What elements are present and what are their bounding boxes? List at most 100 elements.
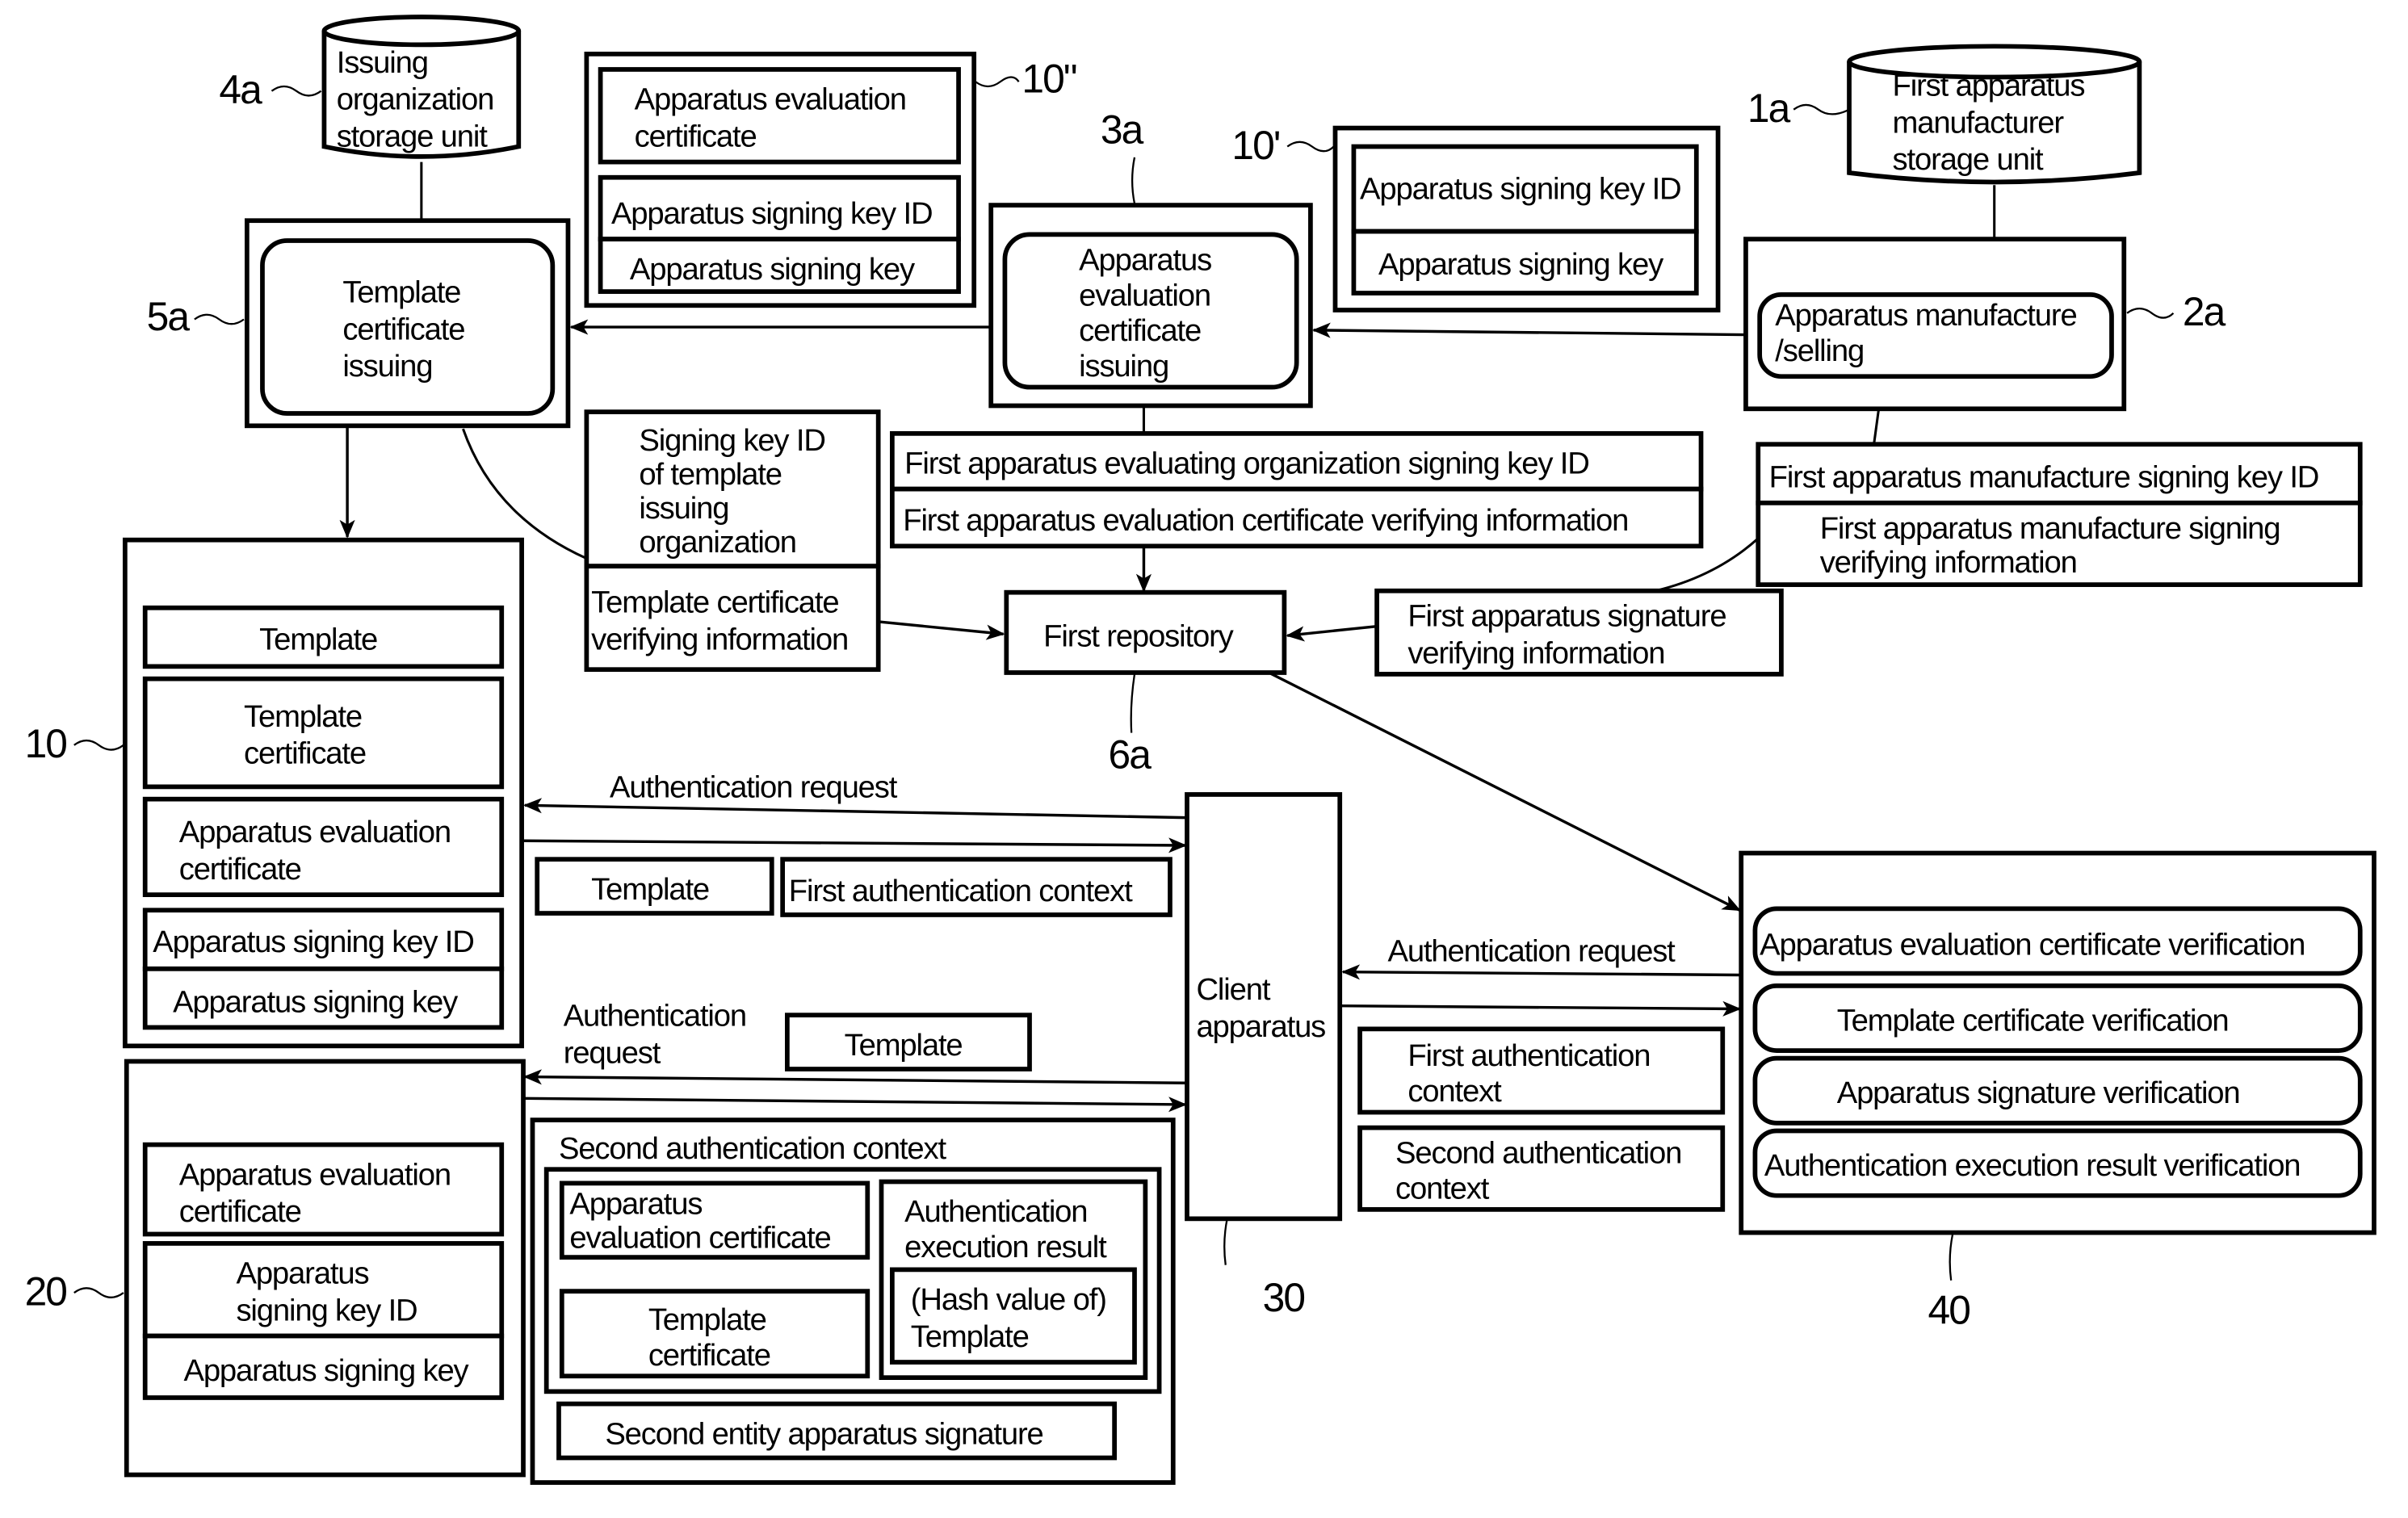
info-line: organization — [639, 525, 796, 560]
entity-item: Apparatus signing key — [173, 984, 459, 1019]
payload-item: First authentication context — [789, 874, 1133, 908]
second-entity-apparatus: Apparatus evaluation certificate Apparat… — [124, 1059, 526, 1478]
unit-label-line: issuing — [342, 349, 432, 384]
entity-item: Template — [259, 622, 377, 656]
arrow-signature-info-to-repository — [1286, 624, 1378, 642]
storage-label-line: organization — [337, 82, 494, 117]
storage-label-line: storage unit — [1893, 142, 2045, 177]
flow-label-auth-request: Authentication request — [610, 770, 898, 805]
info-line: verifying information — [591, 622, 848, 656]
issuing-organization-storage-unit: Issuing organization storage unit — [321, 15, 522, 159]
manufacture-org-info: First apparatus manufacture signing key … — [1756, 442, 2363, 587]
unit-label-line: /selling — [1775, 333, 1864, 368]
ref-label-20: 20 — [25, 1268, 67, 1314]
package-10-prime: Apparatus signing key ID Apparatus signi… — [1332, 125, 1721, 312]
arrow-template-info-to-repository — [878, 620, 1005, 640]
repository-label: First repository — [1043, 619, 1234, 654]
client-label-line: apparatus — [1196, 1009, 1325, 1044]
package-item-line: certificate — [635, 120, 757, 154]
info-line: First apparatus manufacture signing — [1820, 511, 2280, 546]
arrow-manufacture-to-eval — [1311, 322, 1746, 338]
info-line: First apparatus manufacture signing key … — [1769, 460, 2319, 495]
leader-line — [1131, 157, 1136, 204]
verification-item: Apparatus evaluation certificate verific… — [1760, 928, 2305, 962]
leader-line — [1793, 103, 1850, 115]
leader-line — [2126, 307, 2175, 319]
unit-label-line: issuing — [1079, 349, 1168, 384]
context-item-line: Template — [648, 1302, 766, 1337]
entity-item-line: certificate — [179, 1194, 301, 1229]
ref-label-40: 40 — [1928, 1287, 1970, 1332]
entity-item-line: signing key ID — [236, 1293, 417, 1327]
flow-label-auth-request-line: request — [564, 1035, 661, 1070]
package-item: Apparatus signing key — [1378, 247, 1664, 282]
ref-label-10p: 10' — [1231, 123, 1279, 168]
signature-verifying-info: First apparatus signature verifying info… — [1374, 588, 1784, 677]
ref-label-3a: 3a — [1101, 107, 1144, 153]
ref-label-10pp: 10" — [1022, 57, 1076, 102]
payload-item-line: Second authentication — [1395, 1136, 1681, 1171]
ref-label-4a: 4a — [219, 67, 262, 112]
verification-item: Template certificate verification — [1837, 1003, 2229, 1038]
leader-line — [975, 76, 1020, 88]
arrow-client-to-verifier-response — [1340, 1000, 1742, 1017]
apparatus-manufacture-selling-unit: Apparatus manufacture /selling — [1743, 237, 2127, 412]
entity-item: Apparatus signing key ID — [153, 925, 473, 959]
verification-item: Apparatus signature verification — [1837, 1076, 2240, 1110]
info-line: verifying information — [1820, 545, 2077, 580]
payload-item: Template — [845, 1028, 963, 1063]
unit-label-line: Apparatus manufacture — [1775, 298, 2076, 333]
entity-item-line: Apparatus evaluation — [179, 815, 451, 849]
storage-label-line: First apparatus — [1893, 68, 2085, 103]
info-line: Signing key ID — [639, 423, 824, 458]
info-line: First apparatus signature — [1407, 599, 1726, 634]
storage-label-line: Issuing — [337, 45, 428, 80]
flow-label-auth-request: Authentication request — [1387, 933, 1676, 968]
leader-line — [73, 1287, 124, 1298]
ref-label-2a: 2a — [2183, 289, 2226, 334]
storage-label-line: storage unit — [337, 120, 489, 154]
unit-label-line: Template — [342, 275, 460, 309]
arrow-verifier-to-client-request — [1341, 964, 1740, 980]
second-request-payload: Template — [785, 1013, 1032, 1071]
verification-item: Authentication execution result verifica… — [1764, 1148, 2301, 1183]
info-line: First apparatus evaluating organization … — [904, 447, 1589, 481]
leader-line — [73, 739, 124, 751]
template-certificate-issuing-unit: Template certificate issuing — [244, 218, 571, 429]
package-10-double-prime: Apparatus evaluation certificate Apparat… — [584, 52, 977, 308]
evaluating-org-info: First apparatus evaluating organization … — [890, 431, 1704, 549]
leader-line — [194, 313, 245, 325]
first-repository: First repository — [1004, 589, 1287, 675]
entity-item-line: certificate — [179, 852, 301, 887]
template-issuing-org-info: Signing key ID of template issuing organ… — [584, 409, 881, 673]
unit-label-line: certificate — [342, 312, 464, 346]
storage-label-line: manufacturer — [1893, 105, 2065, 140]
apparatus-evaluation-certificate-issuing-unit: Apparatus evaluation certificate issuing — [988, 203, 1313, 409]
arrow-client-to-entity20-request — [523, 1069, 1186, 1085]
leader-line — [1130, 673, 1136, 733]
package-item: Apparatus signing key ID — [611, 196, 932, 231]
leader-line — [271, 85, 322, 97]
payload-item-line: context — [1395, 1172, 1490, 1206]
payload-item-line: context — [1407, 1074, 1502, 1109]
package-item-line: Apparatus evaluation — [635, 82, 906, 117]
first-response-payload: Template First authentication context — [535, 857, 1173, 917]
info-line: Template certificate — [591, 585, 838, 620]
context-item-line: (Hash value of) — [911, 1282, 1106, 1317]
info-line: First apparatus evaluation certificate v… — [903, 503, 1628, 538]
arrow-entity20-to-client-response — [524, 1097, 1187, 1113]
second-authentication-context-payload: Second authentication context Apparatus … — [530, 1118, 1176, 1485]
ref-label-10: 10 — [25, 721, 67, 766]
payload-item-line: First authentication — [1407, 1038, 1650, 1073]
context-item-line: Template — [911, 1319, 1029, 1354]
flow-label-auth-request-line: Authentication — [564, 999, 746, 1034]
authentication-system-diagram: Issuing organization storage unit 4a Tem… — [25, 15, 2377, 1485]
ref-label-1a: 1a — [1747, 86, 1791, 131]
arrow-client-to-entity10-request — [523, 798, 1186, 820]
client-label-line: Client — [1196, 972, 1270, 1007]
entity-item-line: Template — [244, 699, 362, 734]
unit-label-line: evaluation — [1079, 278, 1210, 312]
context-item: Second entity apparatus signature — [605, 1416, 1042, 1451]
leader-line — [1286, 140, 1335, 153]
unit-label-line: Apparatus — [1079, 242, 1211, 277]
